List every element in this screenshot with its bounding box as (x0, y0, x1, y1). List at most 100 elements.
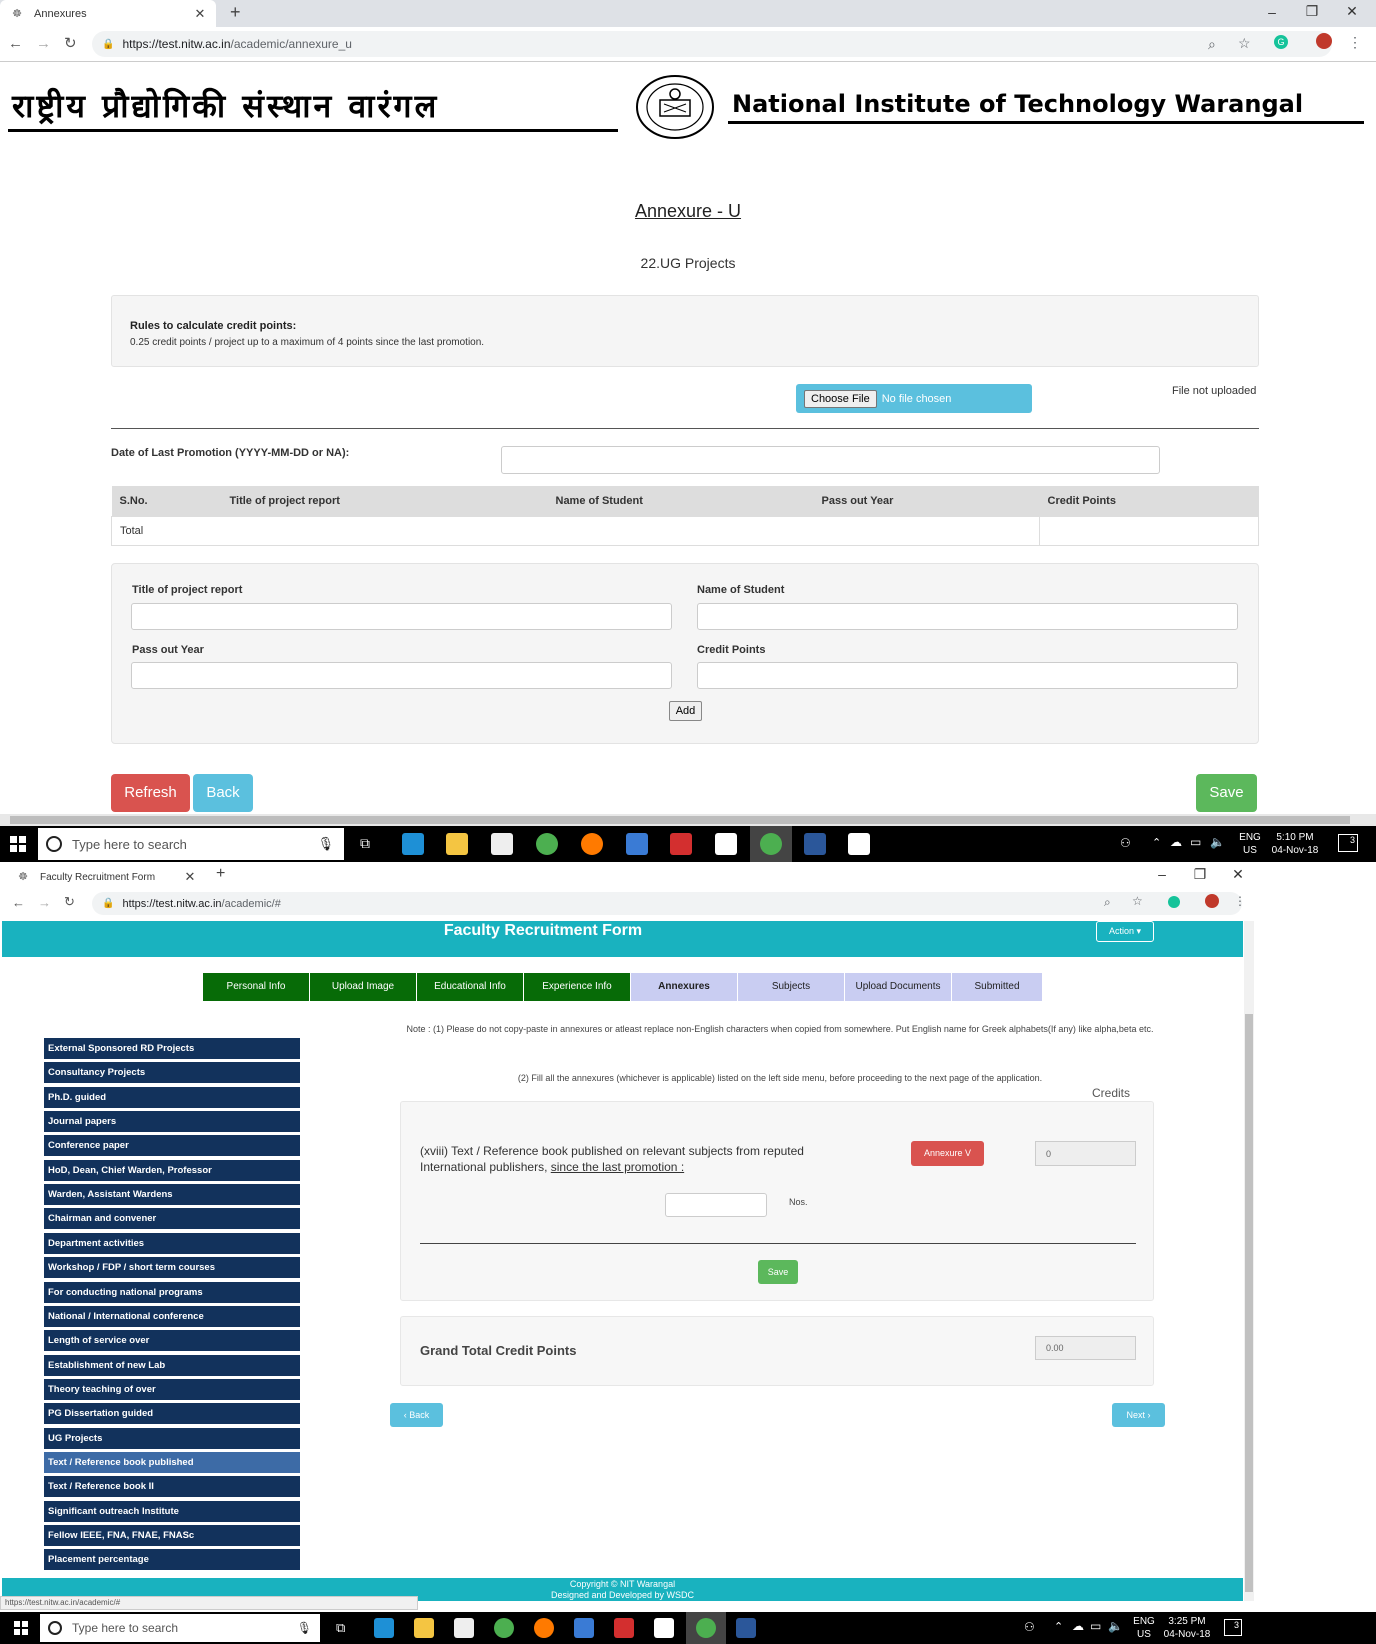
step-educational-info[interactable]: Educational Info (417, 973, 523, 1001)
chrome-icon[interactable] (536, 833, 558, 855)
network-app-icon[interactable] (626, 833, 648, 855)
mail-icon-2[interactable] (654, 1618, 674, 1638)
panel-save-button[interactable]: Save (758, 1260, 798, 1284)
tray-arrow-icon-2[interactable]: ⌃ (1054, 1620, 1063, 1633)
forward-arrow-icon[interactable]: → (36, 35, 51, 52)
back-arrow-icon[interactable]: ← (8, 35, 23, 52)
chrome-active-icon[interactable] (760, 833, 782, 855)
step-subjects[interactable]: Subjects (738, 973, 844, 1001)
sidebar-item[interactable]: Placement percentage (44, 1549, 300, 1571)
minimize-icon-2[interactable]: – (1152, 866, 1172, 882)
sidebar-item[interactable]: Text / Reference book II (44, 1476, 300, 1498)
close-window-icon[interactable]: ✕ (1342, 3, 1362, 20)
restore-icon[interactable]: ❐ (1302, 3, 1322, 20)
action-center-icon[interactable]: 3 (1338, 834, 1358, 852)
horizontal-scrollbar[interactable] (0, 814, 1376, 826)
sidebar-item[interactable]: External Sponsored RD Projects (44, 1038, 300, 1059)
acrobat-icon[interactable] (670, 833, 692, 855)
sidebar-item[interactable]: Department activities (44, 1232, 300, 1254)
onedrive-icon-2[interactable]: ☁ (1072, 1619, 1084, 1633)
volume-icon-2[interactable]: 🔈 (1108, 1619, 1123, 1633)
profile-avatar-icon[interactable] (1316, 33, 1332, 49)
bookmark-star-icon-2[interactable]: ☆ (1132, 894, 1143, 908)
file-explorer-icon[interactable] (446, 833, 468, 855)
step-experience-info[interactable]: Experience Info (524, 973, 630, 1001)
onedrive-icon[interactable]: ☁ (1170, 835, 1182, 849)
sidebar-item[interactable]: National / International conference (44, 1305, 300, 1327)
profile-avatar-icon-2[interactable] (1205, 894, 1219, 908)
forward-arrow-icon-2[interactable]: → (38, 895, 51, 910)
sidebar-item[interactable]: PG Dissertation guided (44, 1403, 300, 1425)
reload-icon[interactable]: ↻ (64, 34, 77, 52)
task-view-icon[interactable]: ⧉ (360, 835, 370, 852)
action-dropdown[interactable]: Action ▾ (1096, 921, 1154, 942)
grammarly-icon-2[interactable] (1168, 896, 1180, 908)
sidebar-item[interactable]: Warden, Assistant Wardens (44, 1184, 300, 1206)
credit-input[interactable] (697, 662, 1238, 689)
vertical-scrollbar[interactable] (1244, 921, 1254, 1601)
menu-dots-icon[interactable]: ⋮ (1348, 34, 1362, 51)
step-annexures[interactable]: Annexures (631, 973, 737, 1001)
mail-icon[interactable] (715, 833, 737, 855)
nos-input[interactable] (665, 1193, 767, 1217)
browser-tab-annexures[interactable]: ☸ Annexures ✕ (0, 0, 216, 27)
minimize-icon[interactable]: – (1262, 4, 1282, 20)
step-submitted[interactable]: Submitted (952, 973, 1042, 1001)
mic-icon-2[interactable]: 🎙 (297, 1621, 312, 1635)
people-icon-2[interactable]: ⚇ (1024, 1620, 1035, 1634)
back-arrow-icon-2[interactable]: ← (12, 895, 25, 910)
store-icon-2[interactable] (454, 1618, 474, 1638)
add-button[interactable]: Add (669, 701, 702, 721)
reload-icon-2[interactable]: ↻ (64, 894, 75, 910)
sidebar-item[interactable]: Chairman and convener (44, 1208, 300, 1230)
faculty-back-button[interactable]: ‹ Back (390, 1403, 443, 1427)
sidebar-item[interactable]: Length of service over (44, 1330, 300, 1352)
taskbar-search-input-2[interactable]: Type here to search 🎙 (40, 1614, 320, 1642)
back-button[interactable]: Back (193, 774, 253, 812)
browser-tab-faculty[interactable]: ☸ Faculty Recruitment Form ✕ (6, 865, 206, 889)
word-icon[interactable] (804, 833, 826, 855)
sidebar-item[interactable]: UG Projects (44, 1427, 300, 1449)
step-upload-documents[interactable]: Upload Documents (845, 973, 951, 1001)
edge-icon[interactable] (402, 833, 424, 855)
chrome-icon-2[interactable] (494, 1618, 514, 1638)
mic-icon[interactable]: 🎙 (317, 836, 334, 852)
sidebar-item[interactable]: Fellow IEEE, FNA, FNAE, FNASc (44, 1525, 300, 1546)
file-explorer-icon-2[interactable] (414, 1618, 434, 1638)
network-app-icon-2[interactable] (574, 1618, 594, 1638)
new-tab-icon-2[interactable]: + (216, 865, 225, 883)
people-icon[interactable]: ⚇ (1120, 836, 1131, 850)
network-icon-2[interactable]: ▭ (1090, 1619, 1101, 1633)
faculty-next-button[interactable]: Next › (1112, 1403, 1165, 1427)
url-field[interactable]: 🔒 https://test.nitw.ac.in/academic/annex… (92, 31, 1332, 57)
clock[interactable]: 5:10 PM 04-Nov-18 (1268, 831, 1322, 857)
url-field-2[interactable]: 🔒 https://test.nitw.ac.in/academic/# (92, 892, 1242, 915)
restore-icon-2[interactable]: ❐ (1190, 866, 1210, 883)
refresh-button[interactable]: Refresh (111, 774, 190, 812)
chrome-active-icon-2[interactable] (696, 1618, 716, 1638)
photos-icon[interactable] (848, 833, 870, 855)
vscroll-thumb[interactable] (1245, 1014, 1253, 1592)
sidebar-item[interactable]: Workshop / FDP / short term courses (44, 1257, 300, 1279)
action-center-icon-2[interactable]: 3 (1224, 1619, 1242, 1636)
sidebar-item[interactable]: Theory teaching of over (44, 1378, 300, 1400)
firefox-icon[interactable] (581, 833, 603, 855)
file-upload-input[interactable]: Choose File No file chosen (796, 384, 1032, 413)
zoom-icon[interactable]: ⌕ (1208, 36, 1216, 53)
close-tab-icon[interactable]: ✕ (192, 6, 208, 22)
word-icon-2[interactable] (736, 1618, 756, 1638)
save-button[interactable]: Save (1196, 774, 1257, 812)
firefox-icon-2[interactable] (534, 1618, 554, 1638)
taskbar-search-input[interactable]: Type here to search 🎙 (38, 828, 344, 860)
volume-icon[interactable]: 🔈 (1210, 835, 1225, 849)
sidebar-item[interactable]: Consultancy Projects (44, 1062, 300, 1084)
close-window-icon-2[interactable]: ✕ (1228, 866, 1248, 883)
windows-start-icon[interactable] (10, 836, 26, 852)
edge-icon-2[interactable] (374, 1618, 394, 1638)
sidebar-item[interactable]: Establishment of new Lab (44, 1354, 300, 1376)
sidebar-item[interactable]: For conducting national programs (44, 1281, 300, 1303)
language-indicator-2[interactable]: ENG US (1130, 1615, 1158, 1641)
tray-arrow-icon[interactable]: ⌃ (1152, 836, 1161, 849)
grammarly-icon[interactable]: G (1274, 35, 1288, 49)
sidebar-item[interactable]: Text / Reference book published (44, 1451, 300, 1473)
